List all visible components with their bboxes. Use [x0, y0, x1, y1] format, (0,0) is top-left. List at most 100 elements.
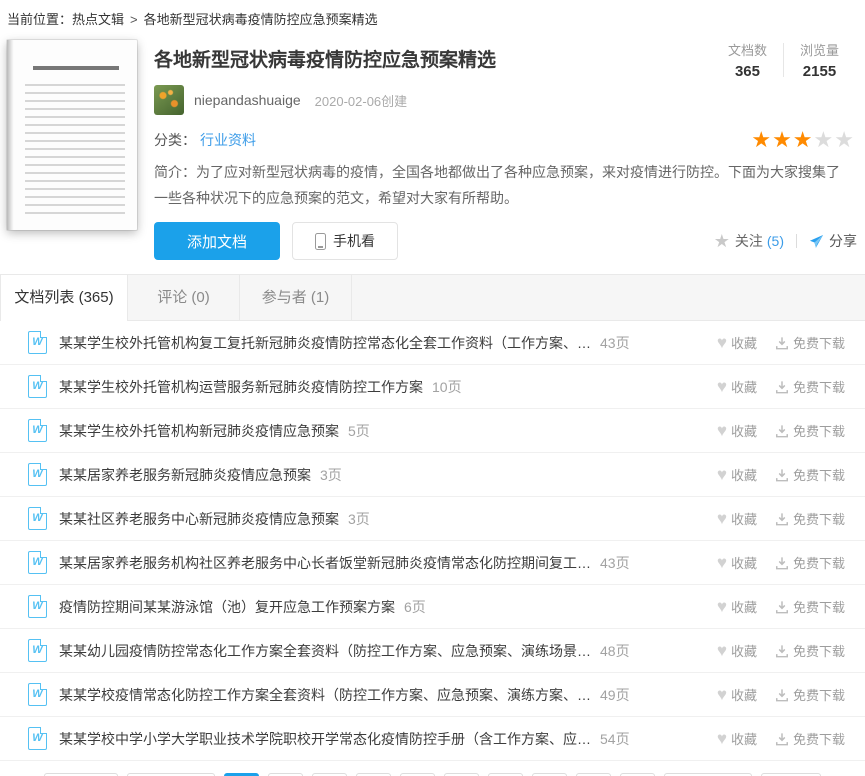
author-name[interactable]: niepandashuaige	[194, 92, 301, 108]
mobile-view-label: 手机看	[333, 231, 375, 251]
download-icon	[775, 644, 789, 658]
paper-plane-icon[interactable]	[809, 234, 824, 249]
download-button[interactable]: 免费下载	[775, 421, 845, 440]
collect-label: 收藏	[731, 421, 757, 440]
download-label: 免费下载	[793, 333, 845, 352]
download-button[interactable]: 免费下载	[775, 553, 845, 572]
collect-button[interactable]: 收藏	[717, 553, 757, 572]
follow-count[interactable]: (5)	[767, 233, 784, 249]
avatar[interactable]	[154, 85, 184, 115]
doc-row: 某某居家养老服务机构社区养老服务中心长者饭堂新冠肺炎疫情常态化防控期间复工… 4…	[0, 541, 865, 585]
heart-icon	[717, 378, 727, 395]
star-icon	[772, 127, 793, 152]
star-icon	[834, 127, 855, 152]
word-doc-icon	[28, 551, 47, 574]
collect-label: 收藏	[731, 641, 757, 660]
doc-row: 某某学校中学小学大学职业技术学院职校开学常态化疫情防控手册（含工作方案、应… 5…	[0, 717, 865, 761]
collect-button[interactable]: 收藏	[717, 465, 757, 484]
collect-label: 收藏	[731, 377, 757, 396]
tab-comments[interactable]: 评论 (0)	[128, 275, 240, 320]
doc-row: 某某居家养老服务新冠肺炎疫情应急预案 3页 收藏 免费下载	[0, 453, 865, 497]
collect-button[interactable]: 收藏	[717, 377, 757, 396]
doc-title-link[interactable]: 某某学校中学小学大学职业技术学院职校开学常态化疫情防控手册（含工作方案、应…	[59, 729, 591, 749]
collect-button[interactable]: 收藏	[717, 685, 757, 704]
tab-bar: 文档列表 (365) 评论 (0) 参与者 (1)	[0, 274, 865, 321]
summary: 简介：为了应对新型冠状病毒的疫情，全国各地都做出了各种应急预案，来对疫情进行防控…	[154, 159, 857, 211]
doc-page-count: 43页	[600, 553, 630, 573]
add-doc-button[interactable]: 添加文档	[154, 222, 280, 260]
download-button[interactable]: 免费下载	[775, 641, 845, 660]
word-doc-icon	[28, 375, 47, 398]
doc-title-link[interactable]: 某某居家养老服务机构社区养老服务中心长者饭堂新冠肺炎疫情常态化防控期间复工…	[59, 553, 591, 573]
doc-title-link[interactable]: 某某学生校外托管机构复工复托新冠肺炎疫情防控常态化全套工作资料（工作方案、…	[59, 333, 591, 353]
follow-button[interactable]: 关注	[735, 231, 763, 251]
download-button[interactable]: 免费下载	[775, 685, 845, 704]
breadcrumb-separator: >	[130, 12, 138, 27]
collect-button[interactable]: 收藏	[717, 729, 757, 748]
mobile-view-button[interactable]: 手机看	[292, 222, 398, 260]
download-icon	[775, 424, 789, 438]
stat-doc-count: 文档数 365	[712, 40, 783, 80]
collection-header: 各地新型冠状病毒疫情防控应急预案精选 文档数 365 浏览量 2155 niep…	[0, 36, 865, 260]
heart-icon	[717, 554, 727, 571]
word-doc-icon	[28, 331, 47, 354]
follow-share-group: ★ 关注 (5) 分享	[714, 231, 857, 252]
tab-doc-list[interactable]: 文档列表 (365)	[0, 275, 128, 321]
doc-row: 某某学生校外托管机构运营服务新冠肺炎疫情防控工作方案 10页 收藏 免费下载	[0, 365, 865, 409]
download-label: 免费下载	[793, 641, 845, 660]
breadcrumb-link-hot-collection[interactable]: 热点文辑	[72, 12, 124, 27]
doc-title-link[interactable]: 某某社区养老服务中心新冠肺炎疫情应急预案	[59, 509, 339, 529]
download-icon	[775, 468, 789, 482]
download-icon	[775, 688, 789, 702]
share-button[interactable]: 分享	[829, 231, 857, 251]
doc-thumbnail[interactable]	[7, 40, 137, 230]
heart-icon	[717, 466, 727, 483]
download-button[interactable]: 免费下载	[775, 333, 845, 352]
thumbnail-text-lines	[25, 84, 125, 214]
doc-title-link[interactable]: 某某居家养老服务新冠肺炎疫情应急预案	[59, 465, 311, 485]
heart-icon	[717, 642, 727, 659]
doc-title-link[interactable]: 某某幼儿园疫情防控常态化工作方案全套资料（防控工作方案、应急预案、演练场景…	[59, 641, 591, 661]
download-button[interactable]: 免费下载	[775, 509, 845, 528]
stat-value: 365	[728, 63, 767, 80]
doc-row: 某某学生校外托管机构新冠肺炎疫情应急预案 5页 收藏 免费下载	[0, 409, 865, 453]
doc-page-count: 54页	[600, 729, 630, 749]
collect-label: 收藏	[731, 333, 757, 352]
breadcrumb-current: 各地新型冠状病毒疫情防控应急预案精选	[144, 12, 378, 27]
summary-text: 为了应对新型冠状病毒的疫情，全国各地都做出了各种应急预案，来对疫情进行防控。下面…	[154, 164, 840, 206]
word-doc-icon	[28, 639, 47, 662]
collect-label: 收藏	[731, 685, 757, 704]
tab-participants[interactable]: 参与者 (1)	[240, 275, 352, 320]
download-button[interactable]: 免费下载	[775, 465, 845, 484]
collect-button[interactable]: 收藏	[717, 421, 757, 440]
doc-page-count: 6页	[404, 597, 426, 617]
doc-row: 某某学生校外托管机构复工复托新冠肺炎疫情防控常态化全套工作资料（工作方案、… 4…	[0, 321, 865, 365]
doc-page-count: 10页	[432, 377, 462, 397]
download-button[interactable]: 免费下载	[775, 597, 845, 616]
heart-icon	[717, 730, 727, 747]
follow-star-icon: ★	[714, 231, 730, 252]
collect-button[interactable]: 收藏	[717, 509, 757, 528]
doc-page-count: 3页	[348, 509, 370, 529]
word-doc-icon	[28, 595, 47, 618]
download-button[interactable]: 免费下载	[775, 377, 845, 396]
collect-label: 收藏	[731, 597, 757, 616]
collect-button[interactable]: 收藏	[717, 333, 757, 352]
download-label: 免费下载	[793, 509, 845, 528]
doc-title-link[interactable]: 某某学生校外托管机构新冠肺炎疫情应急预案	[59, 421, 339, 441]
collect-button[interactable]: 收藏	[717, 641, 757, 660]
doc-row: 某某学校疫情常态化防控工作方案全套资料（防控工作方案、应急预案、演练方案、… 4…	[0, 673, 865, 717]
download-label: 免费下载	[793, 553, 845, 572]
download-label: 免费下载	[793, 685, 845, 704]
download-button[interactable]: 免费下载	[775, 729, 845, 748]
doc-title-link[interactable]: 某某学生校外托管机构运营服务新冠肺炎疫情防控工作方案	[59, 377, 423, 397]
doc-title-link[interactable]: 某某学校疫情常态化防控工作方案全套资料（防控工作方案、应急预案、演练方案、…	[59, 685, 591, 705]
doc-title-link[interactable]: 疫情防控期间某某游泳馆（池）复开应急工作预案方案	[59, 597, 395, 617]
rating-stars[interactable]	[751, 129, 855, 151]
category-label: 分类：	[154, 130, 196, 150]
category-link[interactable]: 行业资料	[200, 130, 256, 150]
stat-view-count: 浏览量 2155	[784, 40, 855, 80]
heart-icon	[717, 598, 727, 615]
collect-button[interactable]: 收藏	[717, 597, 757, 616]
word-doc-icon	[28, 507, 47, 530]
